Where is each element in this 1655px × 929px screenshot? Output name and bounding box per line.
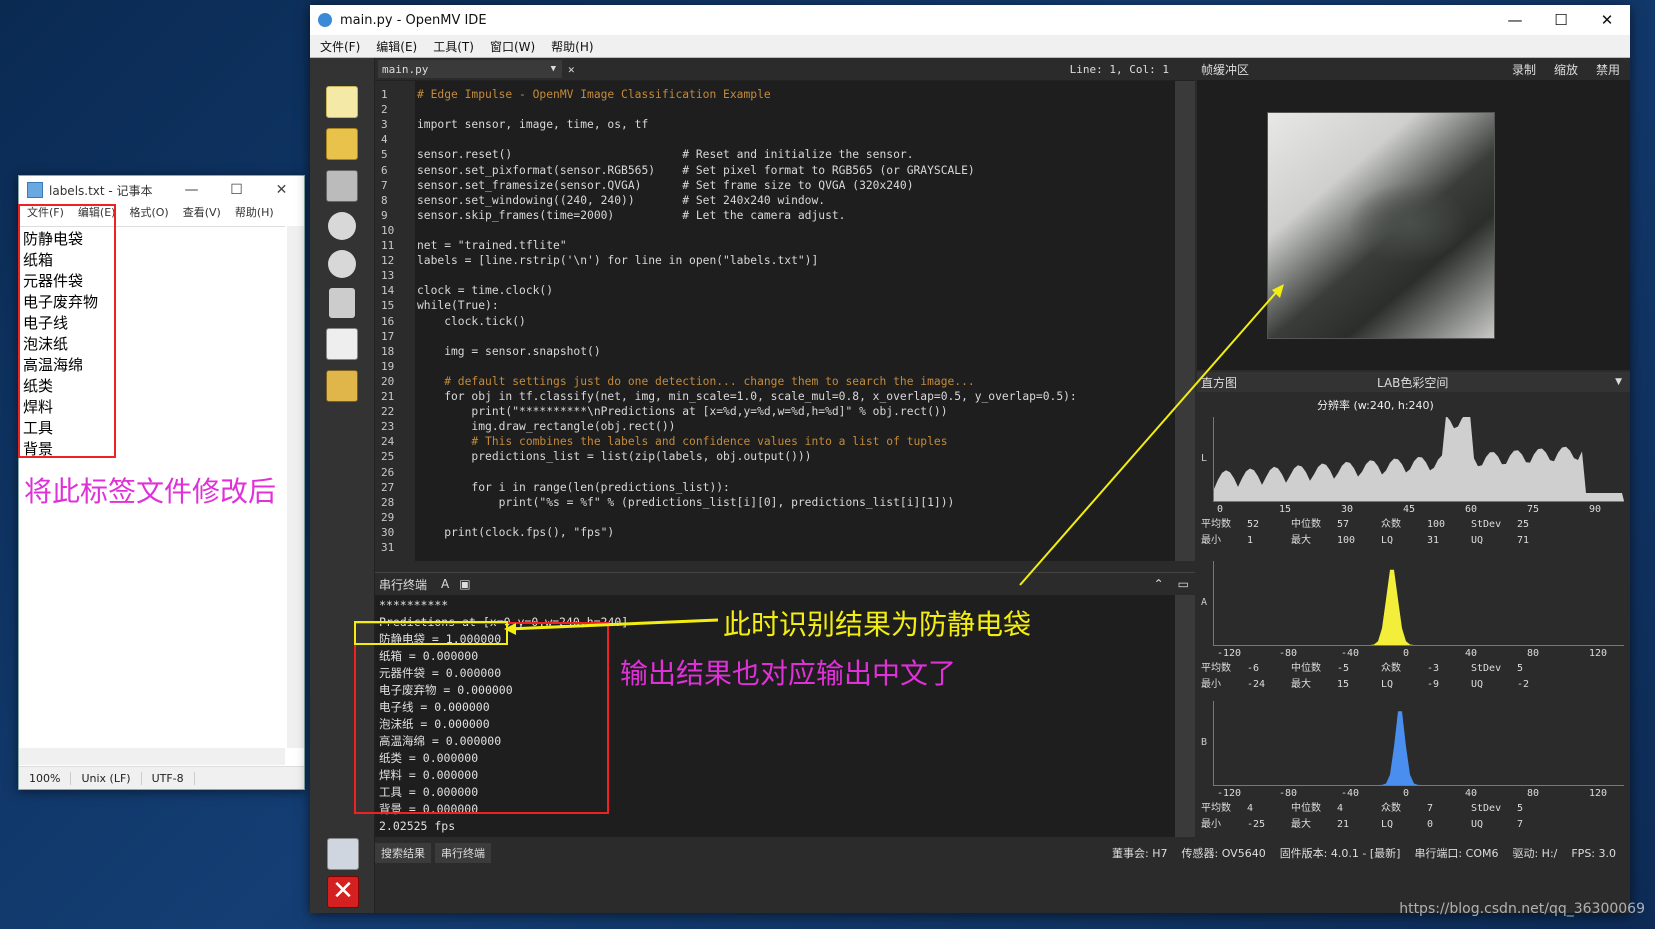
arrow-to-image bbox=[1019, 287, 1281, 586]
arrowhead-result bbox=[504, 623, 516, 635]
arrow-to-result bbox=[507, 618, 719, 631]
watermark-text: https://blog.csdn.net/qq_36300069 bbox=[1399, 901, 1645, 917]
annotation-arrows bbox=[504, 284, 1284, 635]
